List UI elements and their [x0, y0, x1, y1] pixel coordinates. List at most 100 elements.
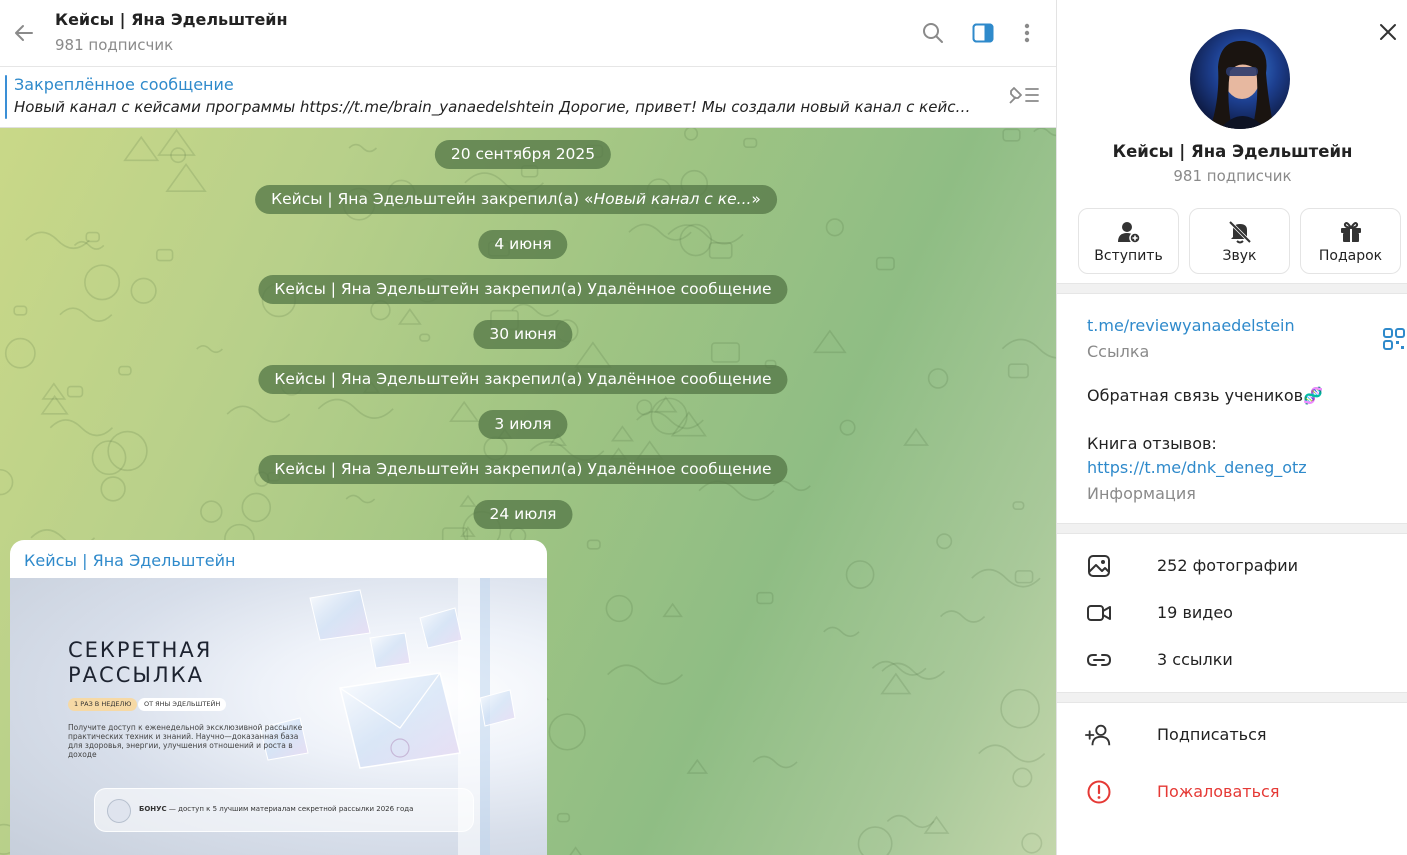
wallpaper-doodle: [607, 664, 684, 685]
service-message: Кейсы | Яна Эдельштейн закрепил(а) Удалё…: [258, 275, 788, 304]
date-separator: 24 июля: [473, 500, 573, 529]
pinned-list-button[interactable]: [1004, 80, 1044, 110]
person-add-icon: [1117, 222, 1141, 244]
gift-button[interactable]: Подарок: [1300, 208, 1401, 274]
bonus-rest: — доступ к 5 лучшим материалам секретной…: [166, 805, 414, 813]
video-icon: [1087, 605, 1111, 621]
wallpaper-doodle: [605, 594, 633, 623]
wallpaper-doodle: [881, 662, 946, 680]
post-image[interactable]: СЕКРЕТНАЯ РАССЫЛКА 1 РАЗ В НЕДЕЛЮ ОТ ЯНЫ…: [10, 578, 547, 855]
wallpaper-doodle: [511, 303, 560, 317]
wallpaper-doodle: [940, 610, 986, 623]
wallpaper-doodle: [130, 277, 157, 304]
pinned-message-bar[interactable]: Закреплённое сообщение Новый канал с кей…: [0, 67, 1056, 128]
wallpaper-doodle: [903, 427, 929, 446]
description-line2: Книга отзывов:: [1087, 434, 1217, 453]
message-list[interactable]: 20 сентября 2025 Кейсы | Яна Эдельштейн …: [0, 128, 1056, 855]
wallpaper-doodle: [823, 626, 860, 638]
more-vertical-icon: [1024, 23, 1030, 43]
wallpaper-doodle: [66, 385, 84, 398]
date-separator: 3 июля: [478, 410, 568, 439]
wallpaper-doodle: [662, 602, 683, 618]
wallpaper-doodle: [936, 533, 953, 550]
panel-subscriber-count: 981 подписчик: [1173, 167, 1292, 185]
links-label: 3 ссылки: [1157, 650, 1233, 669]
wallpaper-doodle: [1012, 767, 1033, 788]
media-videos-row[interactable]: 19 видео: [1057, 591, 1407, 635]
channel-post[interactable]: Кейсы | Яна Эдельштейн СЕКРЕТНАЯ РАССЫЛК…: [10, 540, 547, 855]
media-links-row[interactable]: 3 ссылки: [1057, 638, 1407, 682]
service-message-prefix: Кейсы | Яна Эдельштейн закрепил(а) «: [271, 190, 594, 208]
wallpaper-doodle: [610, 425, 634, 442]
description-label: Информация: [1087, 484, 1196, 503]
mute-label: Звук: [1222, 248, 1257, 264]
service-message-quote: Новый канал с ке...: [593, 190, 752, 208]
wallpaper-doodle: [1033, 128, 1056, 137]
bonus-text: БОНУС — доступ к 5 лучшим материалам сек…: [139, 805, 413, 813]
wallpaper-doodle: [650, 397, 688, 435]
back-arrow-icon: [15, 25, 33, 41]
promo-bonus-card: БОНУС — доступ к 5 лучшим материалам сек…: [94, 788, 474, 832]
date-separator: 30 июня: [473, 320, 573, 349]
description-link[interactable]: https://t.me/dnk_deneg_otz: [1087, 458, 1307, 477]
wallpaper-doodle: [13, 305, 28, 316]
photos-label: 252 фотографии: [1157, 556, 1299, 575]
wallpaper-doodle: [825, 218, 844, 237]
service-message[interactable]: Кейсы | Яна Эдельштейн закрепил(а) «Новы…: [255, 185, 777, 214]
link-icon: [1086, 654, 1112, 666]
search-button[interactable]: [917, 17, 949, 49]
wallpaper-doodle: [880, 672, 912, 695]
report-row[interactable]: Пожаловаться: [1057, 770, 1407, 814]
wallpaper-doodle: [857, 826, 893, 855]
qr-code-button[interactable]: [1381, 326, 1407, 352]
wallpaper-doodle: [345, 494, 376, 504]
date-separator: 20 сентября 2025: [434, 140, 612, 169]
subscribe-row[interactable]: Подписаться: [1057, 713, 1407, 757]
join-label: Вступить: [1094, 248, 1163, 264]
gift-icon: [1340, 222, 1361, 242]
pinned-title: Закреплённое сообщение: [14, 75, 234, 94]
wallpaper-doodle: [397, 308, 422, 325]
wallpaper-doodle: [586, 539, 601, 550]
person-plus-icon: [1085, 724, 1111, 746]
wallpaper-doodle: [743, 137, 758, 149]
promo-description: Получите доступ к еженедельной эксклюзив…: [68, 723, 303, 759]
wallpaper-doodle: [845, 560, 875, 589]
bell-off-icon: [1228, 220, 1251, 244]
channel-avatar[interactable]: [1190, 29, 1290, 129]
promo-title-line2: РАССЫЛКА: [68, 663, 204, 687]
wallpaper-doodle: [100, 476, 126, 502]
wallpaper-doodle: [123, 135, 160, 162]
promo-tag-weekly: 1 РАЗ В НЕДЕЛЮ: [68, 698, 138, 711]
wallpaper-doodle: [1002, 128, 1021, 142]
close-panel-button[interactable]: [1373, 17, 1403, 47]
post-author[interactable]: Кейсы | Яна Эдельштейн: [24, 551, 235, 570]
promo-title-line1: СЕКРЕТНАЯ: [68, 638, 213, 662]
more-menu-button[interactable]: [1011, 17, 1043, 49]
wallpaper-doodle: [0, 468, 14, 496]
mute-button[interactable]: Звук: [1189, 208, 1290, 274]
wallpaper-doodle: [927, 368, 949, 389]
panel-channel-title: Кейсы | Яна Эдельштейн: [1112, 142, 1353, 161]
close-icon: [1380, 24, 1396, 40]
section-divider: [1057, 523, 1407, 534]
wallpaper-doodle: [1021, 832, 1043, 854]
sidebar-toggle-button[interactable]: [967, 17, 999, 49]
media-photos-row[interactable]: 252 фотографии: [1057, 544, 1407, 588]
wallpaper-doodle: [449, 400, 480, 423]
back-button[interactable]: [9, 18, 39, 48]
pinned-indicator: [5, 75, 7, 119]
join-button[interactable]: Вступить: [1078, 208, 1179, 274]
wallpaper-doodle: [1012, 501, 1025, 510]
wallpaper-doodle: [574, 341, 612, 368]
gift-label: Подарок: [1318, 248, 1383, 264]
promo-tag-author: ОТ ЯНЫ ЭДЕЛЬШТЕЙН: [138, 698, 227, 711]
channel-title[interactable]: Кейсы | Яна Эдельштейн: [55, 10, 288, 29]
wallpaper-doodle: [684, 128, 699, 141]
wallpaper-doodle: [84, 264, 121, 301]
wallpaper-doodle: [886, 814, 935, 829]
wallpaper-doodle: [419, 333, 431, 342]
pinned-list-icon: [1009, 87, 1039, 104]
channel-link[interactable]: t.me/reviewyanaedelstein: [1087, 316, 1295, 335]
wallpaper-doodle: [1014, 570, 1034, 584]
